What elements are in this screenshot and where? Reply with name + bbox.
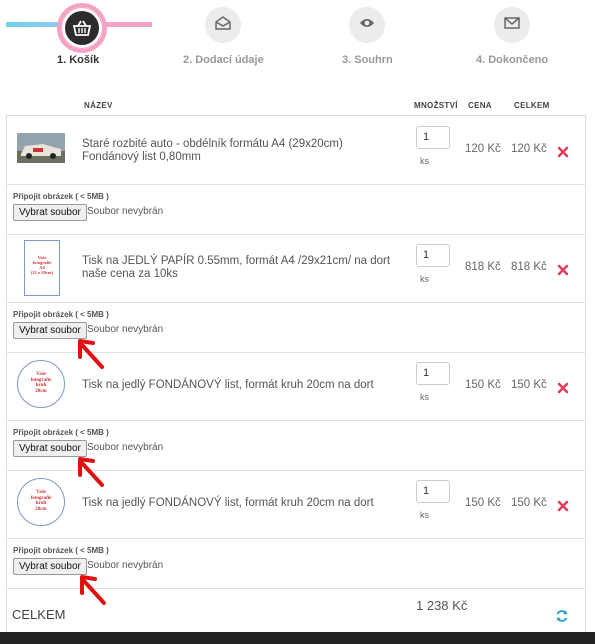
line-total: 150 Kč	[511, 497, 547, 509]
thumb-text: 20cm	[35, 388, 47, 394]
step-label-done: 4. Dokončeno	[476, 54, 549, 66]
upload-label: Připojit obrázek ( < 5MB )	[13, 428, 109, 437]
eye-icon	[359, 16, 375, 34]
unit-price: 150 Kč	[465, 379, 501, 391]
remove-item-icon[interactable]	[557, 381, 569, 394]
quantity-input[interactable]: 1	[416, 244, 450, 267]
thumb-text: (21 x 29cm)	[30, 270, 54, 275]
round-template-thumbnail: Vaše fotografie kruh 20cm	[17, 360, 65, 408]
upload-row: Připojit obrázek ( < 5MB ) Vybrat soubor…	[7, 184, 585, 235]
remove-item-icon[interactable]	[557, 499, 569, 512]
no-file-text: Soubor nevybrán	[87, 324, 164, 335]
red-arrow-annotation	[78, 573, 110, 609]
cart-item-row: Staré rozbité auto - obdélník formátu A4…	[7, 116, 585, 185]
item-name[interactable]: Staré rozbité auto - obdélník formátu A4…	[82, 138, 392, 164]
car-photo-thumbnail	[17, 133, 65, 163]
quantity-input[interactable]: 1	[416, 126, 450, 149]
col-price-header: CENA	[468, 101, 492, 110]
checkout-steps: 1. Košík 2. Dodací údaje 3. Souhrn 4. Do…	[0, 0, 595, 95]
item-name[interactable]: Tisk na JEDLÝ PAPÍR 0.55mm, formát A4 /2…	[82, 255, 392, 281]
summary-total: 1 238 Kč	[416, 598, 468, 613]
step-delivery[interactable]	[205, 7, 241, 43]
item-name[interactable]: Tisk na jedlý FONDÁNOVÝ list, formát kru…	[82, 379, 392, 392]
line-total: 120 Kč	[511, 143, 547, 155]
cart-table: Staré rozbité auto - obdélník formátu A4…	[6, 115, 586, 633]
red-arrow-annotation	[76, 337, 108, 373]
quantity-input[interactable]: 1	[416, 362, 450, 385]
cart-item-row: Vaše fotografie A4 (21 x 29cm) Tisk na J…	[7, 234, 585, 303]
unit-price: 818 Kč	[465, 261, 501, 273]
quantity-input[interactable]: 1	[416, 480, 450, 503]
line-total: 818 Kč	[511, 261, 547, 273]
no-file-text: Soubor nevybrán	[87, 206, 164, 217]
step-label-basket: 1. Košík	[57, 54, 100, 66]
progress-line-blue	[6, 22, 61, 27]
envelope-icon	[504, 16, 520, 34]
col-name-header: NÁZEV	[84, 101, 113, 110]
col-total-header: CELKEM	[514, 101, 550, 110]
choose-file-button[interactable]: Vybrat soubor	[13, 204, 87, 221]
no-file-text: Soubor nevybrán	[87, 442, 164, 453]
no-file-text: Soubor nevybrán	[87, 560, 164, 571]
thumb-text: 20cm	[35, 506, 47, 512]
unit-price: 150 Kč	[465, 497, 501, 509]
qty-unit: ks	[420, 274, 429, 284]
upload-label: Připojit obrázek ( < 5MB )	[13, 192, 109, 201]
round-template-thumbnail: Vaše fotografie kruh 20cm	[17, 478, 65, 526]
step-label-delivery: 2. Dodací údaje	[183, 54, 264, 66]
upload-label: Připojit obrázek ( < 5MB )	[13, 546, 109, 555]
progress-line-pink	[100, 22, 152, 27]
qty-unit: ks	[420, 156, 429, 166]
line-total: 150 Kč	[511, 379, 547, 391]
step-label-summary: 3. Souhrn	[342, 54, 393, 66]
qty-unit: ks	[420, 510, 429, 520]
refresh-icon[interactable]	[555, 609, 569, 623]
upload-label: Připojit obrázek ( < 5MB )	[13, 310, 109, 319]
item-name[interactable]: Tisk na jedlý FONDÁNOVÝ list, formát kru…	[82, 497, 392, 510]
choose-file-button[interactable]: Vybrat soubor	[13, 558, 87, 575]
envelope-open-icon	[215, 15, 231, 35]
col-qty-header: MNOŽSTVÍ	[414, 101, 458, 110]
basket-icon	[65, 11, 99, 45]
step-done[interactable]	[494, 7, 530, 43]
qty-unit: ks	[420, 392, 429, 402]
footer-bar	[0, 632, 595, 644]
unit-price: 120 Kč	[465, 143, 501, 155]
step-basket[interactable]	[57, 3, 107, 53]
step-summary[interactable]	[349, 7, 385, 43]
summary-label: CELKEM	[12, 607, 66, 622]
a4-template-thumbnail: Vaše fotografie A4 (21 x 29cm)	[24, 240, 60, 296]
remove-item-icon[interactable]	[557, 145, 569, 158]
remove-item-icon[interactable]	[557, 263, 569, 276]
red-arrow-annotation	[76, 455, 108, 491]
